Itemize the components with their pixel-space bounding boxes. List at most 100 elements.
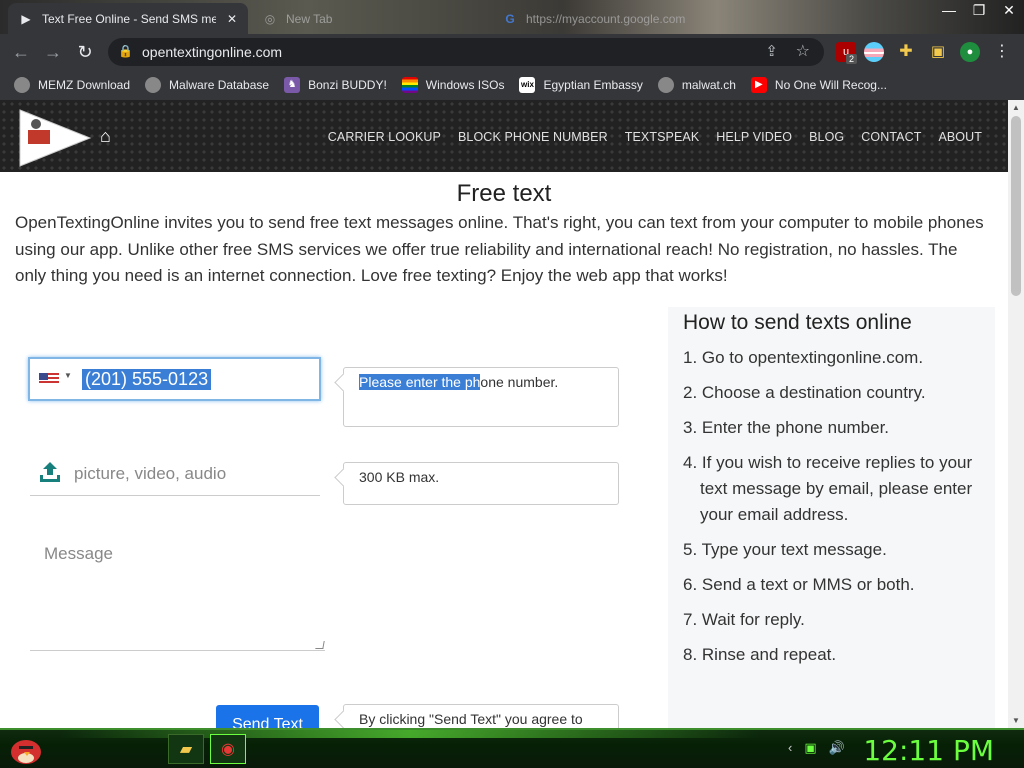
bookmark-egyptian-embassy[interactable]: wix Egyptian Embassy [519,77,643,93]
tab-strip: ▶ Text Free Online - Send SMS me ✕ ◎ New… [0,0,1024,34]
phone-hint-tooltip: Please enter the phone number. [343,367,619,427]
phone-number-value[interactable]: (201) 555-0123 [82,369,212,390]
phone-hint-selected: Please enter the ph [359,374,481,390]
scroll-up-icon[interactable]: ▲ [1012,103,1020,112]
message-textarea[interactable]: Message [30,532,325,651]
upload-hint-tooltip: 300 KB max. [343,462,619,505]
how-to-panel: How to send texts online 1. Go to opente… [668,307,995,728]
network-icon[interactable]: ▣ [804,740,816,756]
site-header: ⌂ CARRIER LOOKUP BLOCK PHONE NUMBER TEXT… [0,100,1008,172]
bonzi-icon: ♞ [284,77,301,93]
bookmark-label: MEMZ Download [38,78,131,92]
taskbar-glow [60,730,760,738]
us-flag-icon[interactable] [39,373,59,385]
puzzle-extensions-icon[interactable]: ✚ [896,42,916,62]
back-arrow-icon[interactable]: ← [8,40,34,64]
restore-button[interactable]: ❐ [964,0,994,24]
how-to-steps: 1. Go to opentextingonline.com. 2. Choos… [683,345,983,677]
page-title: Free text [456,180,552,207]
upload-placeholder: picture, video, audio [74,464,227,483]
tab-new-tab[interactable]: ◎ New Tab [252,3,482,34]
file-explorer-taskbar-button[interactable]: ▰ [168,734,204,764]
scrollbar-thumb[interactable] [1011,116,1021,296]
site-logo[interactable] [18,108,92,168]
tab-title: New Tab [286,11,333,26]
globe-icon [657,77,674,93]
wix-icon: wix [519,77,536,93]
how-to-step: 7. Wait for reply. [683,610,805,629]
lock-icon: 🔒 [118,44,133,58]
chevron-down-icon[interactable]: ▼ [64,371,72,380]
resize-handle-icon[interactable] [315,641,325,649]
address-bar[interactable]: 🔒 opentextingonline.com ⇪ ☆ [108,38,824,66]
phone-hint-rest: one number. [480,374,559,390]
tab-close-icon[interactable]: ✕ [224,12,240,26]
how-to-step: 2. Choose a destination country. [683,383,926,402]
how-to-step: 4. If you wish to receive replies to you… [683,453,973,524]
bookmark-malware-db[interactable]: Malware Database [145,77,269,93]
nav-help-video[interactable]: HELP VIDEO [716,130,792,144]
bookmark-memz[interactable]: MEMZ Download [14,77,130,93]
extension-badge: 2 [846,54,858,64]
bookmark-label: malwat.ch [681,78,736,92]
youtube-icon: ▶ [750,77,767,93]
nav-textspeak[interactable]: TEXTSPEAK [625,130,700,144]
how-to-step: 5. Type your text message. [683,540,887,559]
intro-paragraph: OpenTextingOnline invites you to send fr… [15,213,984,285]
taskbar: ▰ ◉ ‹ ▣ 🔊 12:11 PM [0,728,1024,768]
scroll-down-icon[interactable]: ▼ [1012,716,1020,725]
nav-contact[interactable]: CONTACT [861,130,921,144]
nav-about[interactable]: ABOUT [938,130,982,144]
close-window-button[interactable]: ✕ [994,0,1024,24]
web-page: ⌂ CARRIER LOOKUP BLOCK PHONE NUMBER TEXT… [0,100,1008,728]
bookmark-malwatch[interactable]: malwat.ch [657,77,736,93]
rainbow-flag-icon [401,77,418,93]
media-upload-field[interactable]: picture, video, audio [30,452,320,496]
chrome-taskbar-button[interactable]: ◉ [210,734,246,764]
show-hidden-icons-icon[interactable]: ‹ [788,740,792,756]
page-scrollbar[interactable]: ▲ ▼ [1008,100,1024,728]
nav-carrier-lookup[interactable]: CARRIER LOOKUP [328,130,441,144]
profile-avatar[interactable]: ● [960,42,980,62]
angry-bird-start-icon[interactable] [8,732,44,766]
bookmark-label: No One Will Recog... [774,78,887,92]
nav-block-phone-number[interactable]: BLOCK PHONE NUMBER [458,130,608,144]
side-panel-icon[interactable]: ▣ [928,42,948,62]
url-text[interactable]: opentextingonline.com [142,44,282,60]
how-to-step: 1. Go to opentextingonline.com. [683,348,924,367]
globe-icon [145,77,162,93]
bookmarks-bar: MEMZ Download Malware Database ♞ Bonzi B… [0,70,1024,100]
bookmark-bonzi[interactable]: ♞ Bonzi BUDDY! [284,77,387,93]
volume-icon[interactable]: 🔊 [829,740,845,756]
menu-dots-icon[interactable]: ⋮ [992,42,1012,62]
upload-icon[interactable] [38,460,62,484]
message-placeholder: Message [44,544,113,563]
bookmark-label: Bonzi BUDDY! [308,78,387,92]
forward-arrow-icon[interactable]: → [40,40,66,64]
bookmark-label: Windows ISOs [425,78,505,92]
taskbar-clock[interactable]: 12:11 PM [863,734,994,767]
how-to-step: 8. Rinse and repeat. [683,645,837,664]
home-icon[interactable]: ⌂ [100,126,111,147]
nav-blog[interactable]: BLOG [809,130,844,144]
bookmark-youtube[interactable]: ▶ No One Will Recog... [750,77,887,93]
bookmark-star-icon[interactable]: ☆ [796,41,810,61]
how-to-step: 6. Send a text or MMS or both. [683,575,915,594]
tab-google-account[interactable]: G https://myaccount.google.com [492,3,742,34]
main-nav: CARRIER LOOKUP BLOCK PHONE NUMBER TEXTSP… [328,130,982,144]
reload-icon[interactable]: ↻ [72,40,98,64]
tab-active[interactable]: ▶ Text Free Online - Send SMS me ✕ [8,3,248,34]
chrome-icon: ◉ [221,741,235,758]
send-text-button[interactable]: Send Text [216,705,319,728]
phone-number-input[interactable]: ▼ (201) 555-0123 [28,357,321,401]
browser-chrome: ▶ Text Free Online - Send SMS me ✕ ◎ New… [0,0,1024,100]
tab-title: Text Free Online - Send SMS me [42,11,216,26]
flag-extension-icon[interactable] [864,42,884,62]
google-icon: G [505,11,515,26]
folder-icon: ▰ [179,741,193,758]
site-favicon-icon: ▶ [21,11,31,26]
bookmark-windows-isos[interactable]: Windows ISOs [401,77,505,93]
share-icon[interactable]: ⇪ [765,42,778,60]
minimize-button[interactable]: — [934,0,964,24]
how-to-step: 3. Enter the phone number. [683,418,890,437]
